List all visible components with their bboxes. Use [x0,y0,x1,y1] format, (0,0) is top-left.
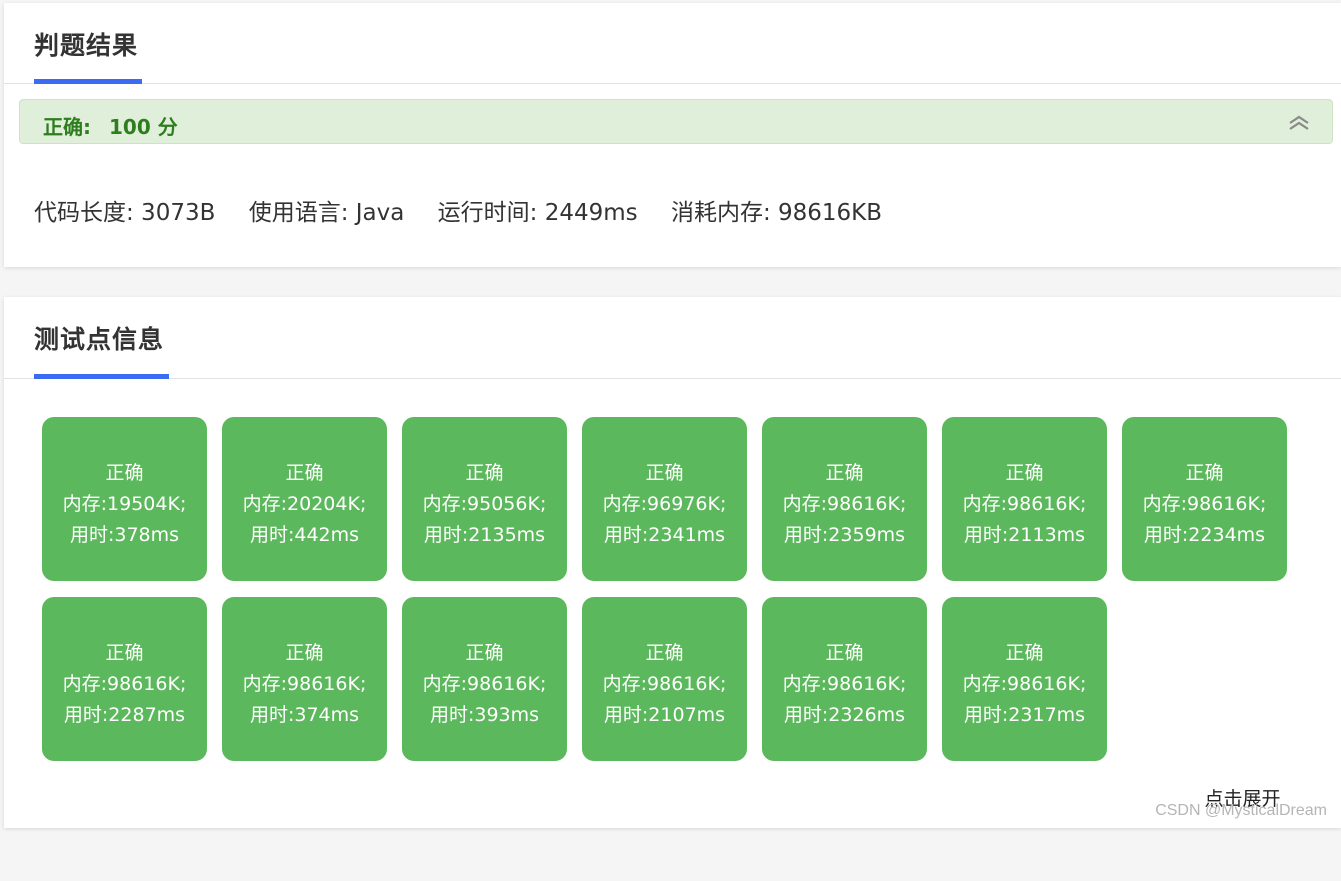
test-point-tile[interactable]: 正确内存:98616K; 用时:2287ms [42,597,207,761]
test-point-tile[interactable]: 正确内存:98616K; 用时:2107ms [582,597,747,761]
test-point-memory: 内存:98616K; [1122,489,1287,516]
submission-meta: 代码长度: 3073B 使用语言: Java 运行时间: 2449ms 消耗内存… [34,193,908,227]
test-point-memory: 内存:98616K; [762,669,927,696]
test-point-tile[interactable]: 正确内存:98616K; 用时:2359ms [762,417,927,581]
test-point-tile[interactable]: 正确内存:98616K; 用时:2326ms [762,597,927,761]
test-point-tile[interactable]: 正确内存:98616K; 用时:2113ms [942,417,1107,581]
test-point-tile[interactable]: 正确内存:96976K; 用时:2341ms [582,417,747,581]
test-point-status: 正确 [762,458,927,485]
test-point-time: 用时:2341ms [582,520,747,547]
language: 使用语言: Java [249,200,405,226]
judge-result-card: 判题结果 正确: 100 分 代码长度: 3073B 使用语言: Java 运行… [4,3,1341,267]
test-point-tile[interactable]: 正确内存:98616K; 用时:393ms [402,597,567,761]
test-point-memory: 内存:98616K; [42,669,207,696]
test-point-tile[interactable]: 正确内存:98616K; 用时:374ms [222,597,387,761]
test-point-memory: 内存:95056K; [402,489,567,516]
test-point-status: 正确 [1122,458,1287,485]
title-underline [34,79,142,84]
test-point-time: 用时:2287ms [42,700,207,727]
test-point-memory: 内存:98616K; [942,669,1107,696]
test-point-status: 正确 [402,458,567,485]
test-point-time: 用时:374ms [222,700,387,727]
test-point-status: 正确 [762,638,927,665]
test-point-memory: 内存:98616K; [942,489,1107,516]
test-point-time: 用时:2234ms [1122,520,1287,547]
judge-result-header: 判题结果 [4,3,1341,84]
result-status-bar[interactable]: 正确: 100 分 [19,99,1333,144]
test-point-memory: 内存:98616K; [402,669,567,696]
test-point-time: 用时:2113ms [942,520,1107,547]
test-point-time: 用时:442ms [222,520,387,547]
test-point-time: 用时:393ms [402,700,567,727]
test-point-status: 正确 [942,458,1107,485]
test-point-memory: 内存:98616K; [582,669,747,696]
test-points-title: 测试点信息 [34,320,164,356]
test-points-header: 测试点信息 [4,297,1341,379]
test-point-tile[interactable]: 正确内存:20204K; 用时:442ms [222,417,387,581]
test-point-memory: 内存:98616K; [222,669,387,696]
test-point-status: 正确 [582,638,747,665]
test-point-status: 正确 [402,638,567,665]
test-point-tile[interactable]: 正确内存:19504K; 用时:378ms [42,417,207,581]
test-point-status: 正确 [42,458,207,485]
test-point-status: 正确 [582,458,747,485]
title-underline [34,374,169,379]
test-point-time: 用时:2135ms [402,520,567,547]
test-point-tile[interactable]: 正确内存:98616K; 用时:2317ms [942,597,1107,761]
test-point-time: 用时:2107ms [582,700,747,727]
test-point-memory: 内存:19504K; [42,489,207,516]
double-chevron-up-icon[interactable] [1288,114,1310,130]
test-point-time: 用时:2317ms [942,700,1107,727]
test-point-memory: 内存:96976K; [582,489,747,516]
judge-result-title: 判题结果 [34,26,138,62]
memory-usage: 消耗内存: 98616KB [671,200,882,226]
test-points-card: 测试点信息 点击展开 正确内存:19504K;用时:378ms正确内存:2020… [4,297,1341,828]
result-status: 正确: [43,111,91,140]
test-point-tile[interactable]: 正确内存:98616K; 用时:2234ms [1122,417,1287,581]
test-point-status: 正确 [222,638,387,665]
test-point-status: 正确 [222,458,387,485]
code-length: 代码长度: 3073B [34,200,215,226]
test-point-tile[interactable]: 正确内存:95056K; 用时:2135ms [402,417,567,581]
test-point-time: 用时:2359ms [762,520,927,547]
test-point-time: 用时:378ms [42,520,207,547]
test-point-memory: 内存:20204K; [222,489,387,516]
test-point-time: 用时:2326ms [762,700,927,727]
expand-button[interactable]: 点击展开 [1160,717,1325,881]
result-score: 100 分 [109,111,178,140]
watermark: CSDN @MysticalDream [1155,802,1327,820]
run-time: 运行时间: 2449ms [438,200,638,226]
test-point-memory: 内存:98616K; [762,489,927,516]
test-point-status: 正确 [942,638,1107,665]
test-point-status: 正确 [42,638,207,665]
